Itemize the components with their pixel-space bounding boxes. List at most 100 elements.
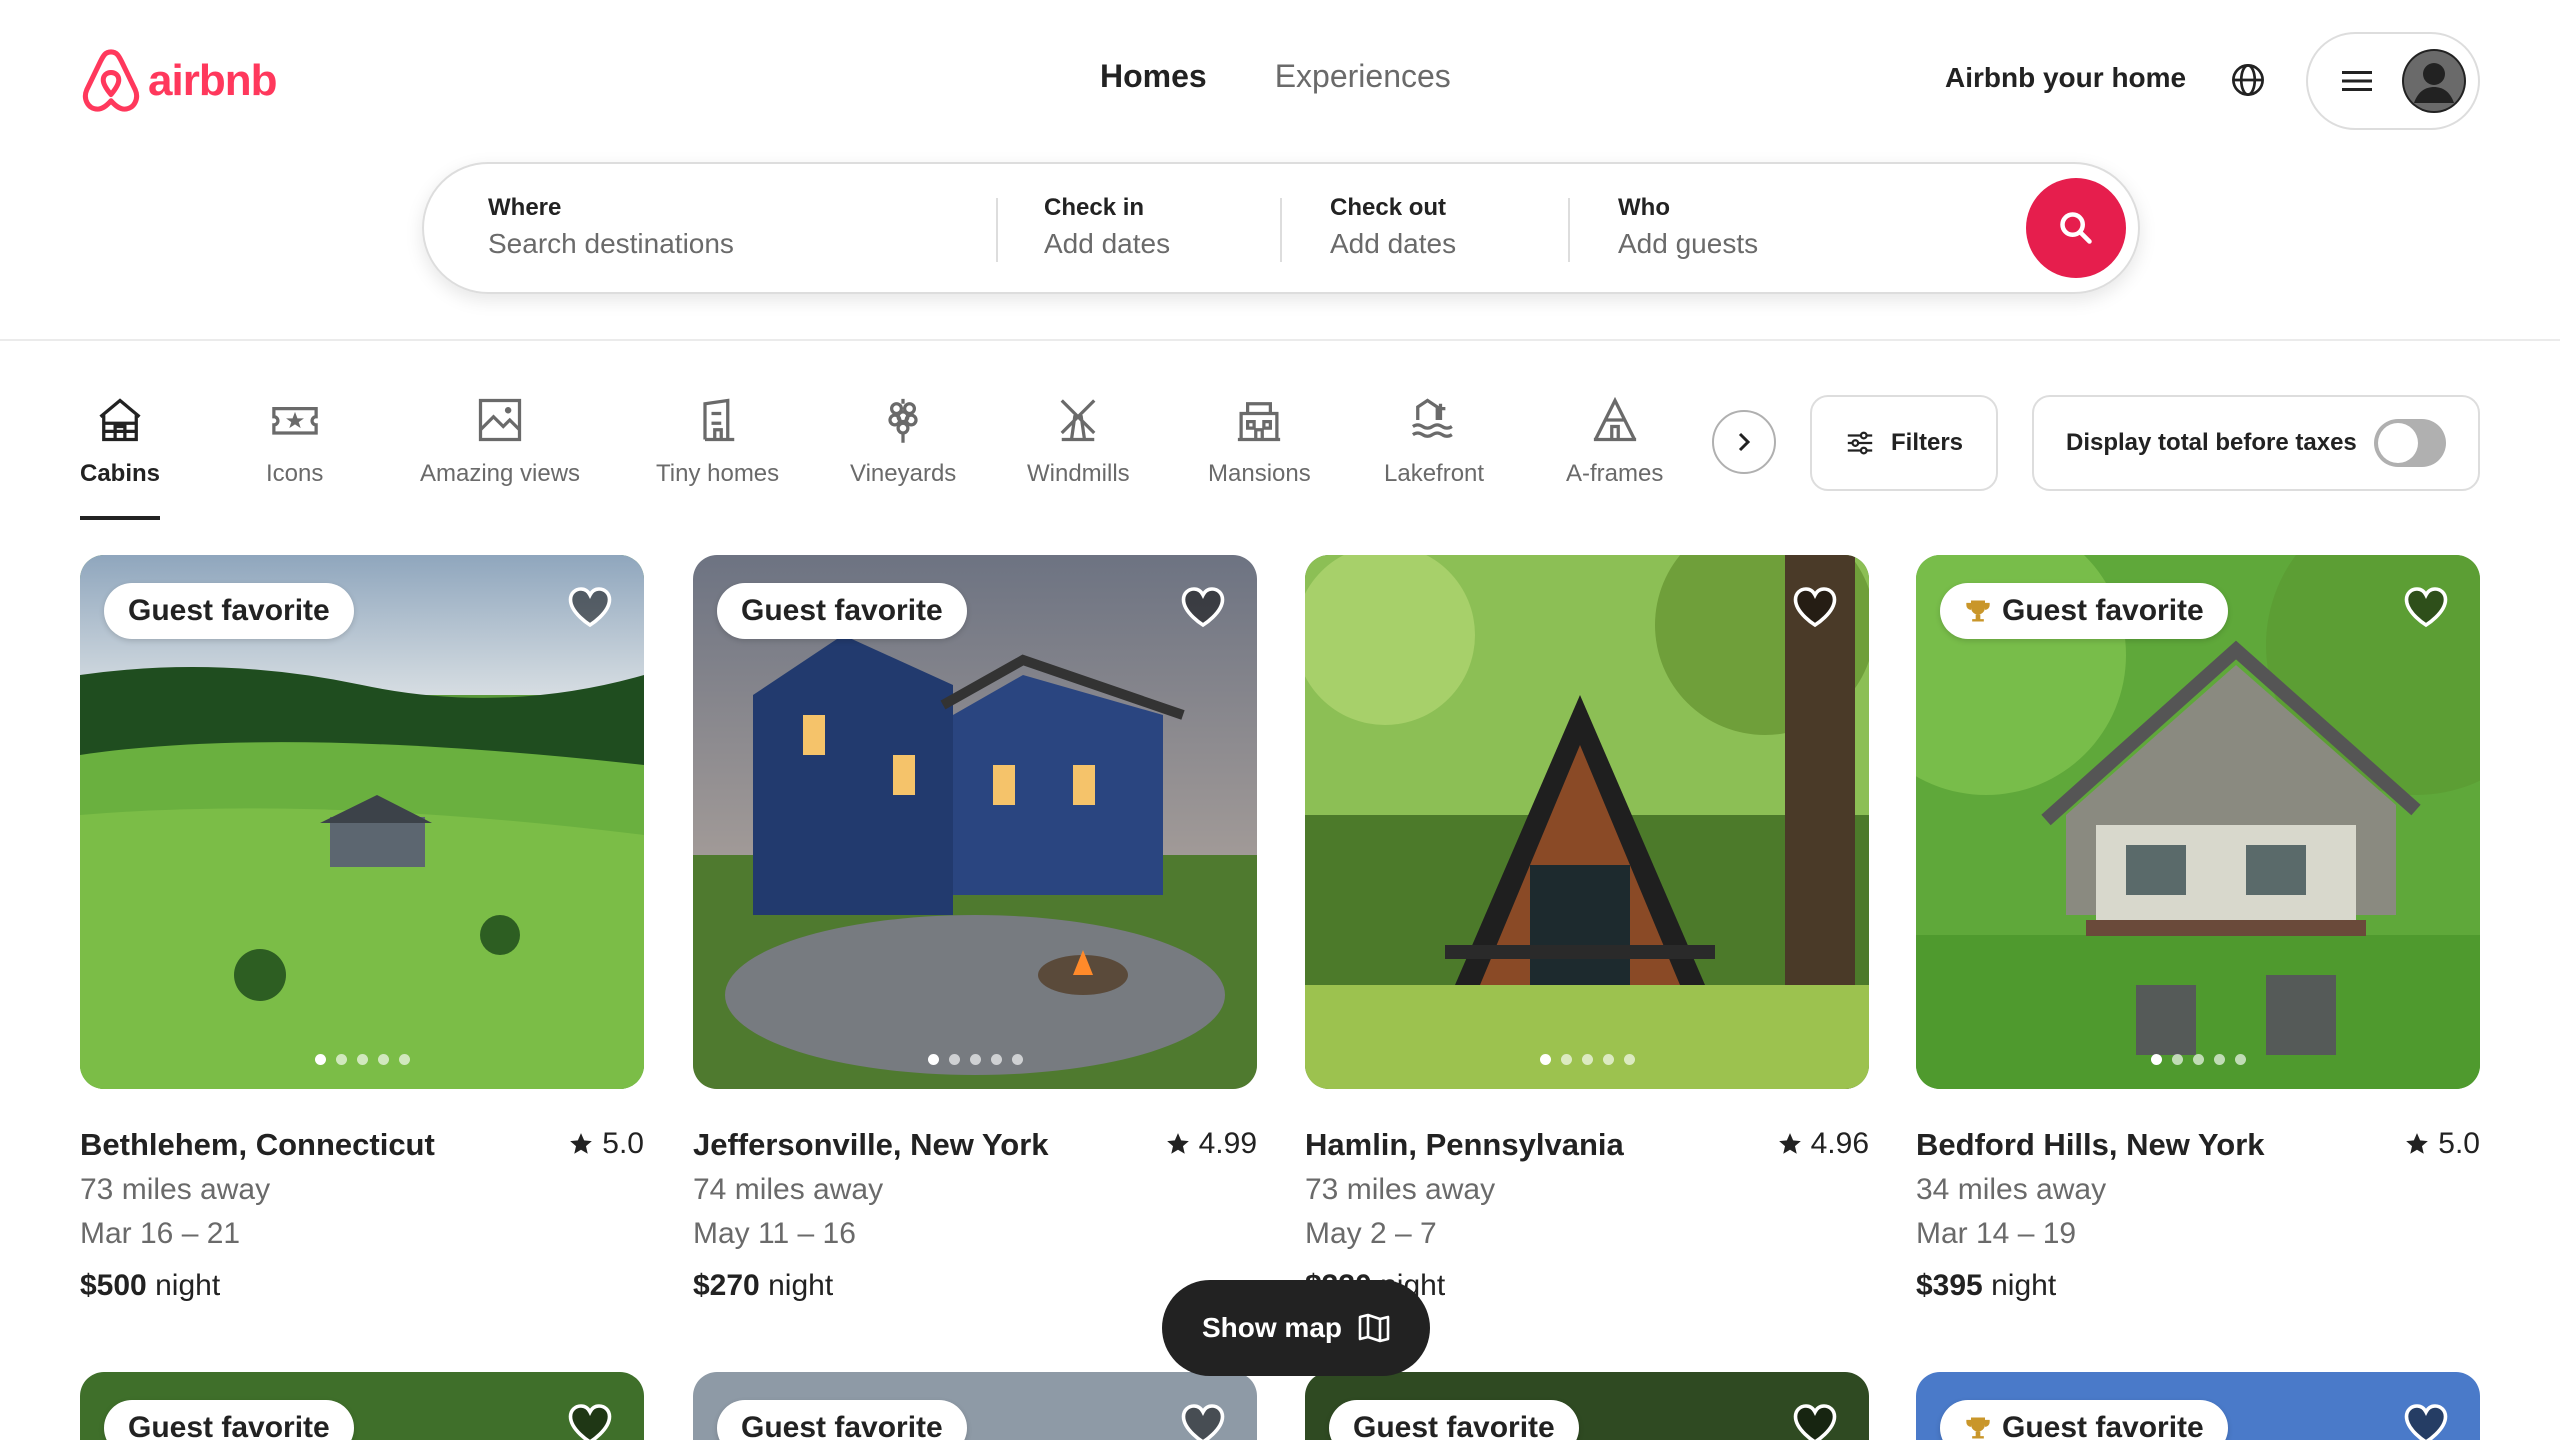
listing-photo[interactable]: Guest favorite	[1916, 555, 2480, 1089]
listing-photo[interactable]: Guest favorite	[693, 555, 1257, 1089]
heart-icon[interactable]	[1179, 1400, 1227, 1440]
display-total-toggle[interactable]	[2374, 419, 2446, 467]
heart-icon[interactable]	[566, 583, 614, 631]
airbnb-belo-icon	[82, 49, 140, 112]
who-field[interactable]: Who Add guests	[1618, 194, 1758, 260]
badge-label: Guest favorite	[128, 594, 330, 627]
checkout-field[interactable]: Check out Add dates	[1330, 194, 1456, 260]
user-menu-button[interactable]	[2306, 32, 2480, 130]
carousel-dot[interactable]	[314, 1054, 326, 1065]
cabin-icon	[99, 398, 141, 442]
listing-image	[1305, 555, 1869, 1089]
category-label: Icons	[266, 460, 324, 487]
category-a-frames[interactable]: A-frames	[1566, 394, 1663, 488]
airbnb-logo[interactable]: airbnb	[80, 48, 277, 114]
category-icons[interactable]: Icons	[266, 394, 323, 488]
heart-icon[interactable]	[1179, 583, 1227, 631]
header: airbnb Homes Experiences Airbnb your hom…	[0, 0, 2560, 341]
carousel-dot[interactable]	[356, 1054, 368, 1065]
tab-homes[interactable]: Homes	[1100, 58, 1207, 95]
carousel-dot[interactable]	[927, 1054, 939, 1065]
trophy-icon	[1966, 600, 1990, 622]
guest-favorite-badge: Guest favorite	[104, 1400, 354, 1440]
listing-dates: May 11 – 16	[693, 1217, 856, 1250]
category-label: Vineyards	[850, 460, 957, 487]
carousel-dot[interactable]	[969, 1054, 981, 1065]
heart-icon[interactable]	[566, 1400, 614, 1440]
top-tabs: Homes Experiences	[1100, 58, 1451, 95]
ticket-icon	[271, 407, 318, 435]
carousel-dot[interactable]	[377, 1054, 389, 1065]
where-field[interactable]: Where Search destinations	[488, 194, 734, 260]
carousel-dot[interactable]	[2150, 1054, 2162, 1065]
carousel-dot[interactable]	[335, 1054, 347, 1065]
grapes-icon	[888, 398, 918, 443]
carousel-dot[interactable]	[1581, 1054, 1593, 1065]
carousel-dot[interactable]	[1539, 1054, 1551, 1065]
guest-favorite-badge: Guest favorite	[104, 583, 354, 639]
category-vineyards[interactable]: Vineyards	[850, 394, 956, 488]
star-icon	[570, 1133, 593, 1154]
category-amazing-views[interactable]: Amazing views	[420, 394, 580, 488]
listing-dates: May 2 – 7	[1305, 1217, 1437, 1250]
who-placeholder: Add guests	[1618, 228, 1759, 259]
where-label: Where	[488, 194, 562, 221]
category-cabins[interactable]: Cabins	[80, 394, 161, 520]
listing-card[interactable]: Guest favorite	[693, 1372, 1257, 1440]
show-map-button[interactable]: Show map	[1162, 1280, 1430, 1376]
heart-icon[interactable]	[1791, 583, 1839, 631]
globe-icon[interactable]	[2230, 62, 2266, 98]
carousel-dot[interactable]	[2192, 1054, 2204, 1065]
airbnb-your-home-link[interactable]: Airbnb your home	[1945, 62, 2186, 94]
category-mansions[interactable]: Mansions	[1208, 394, 1311, 488]
listing-photo[interactable]	[1305, 555, 1869, 1089]
listing-card[interactable]: Guest favorite	[1916, 1372, 2480, 1440]
listing-distance: 73 miles away	[1305, 1173, 1496, 1206]
carousel-dot[interactable]	[2213, 1054, 2225, 1065]
carousel-dot[interactable]	[1011, 1054, 1023, 1065]
listing-card[interactable]: Guest favorite	[1305, 1372, 1869, 1440]
carousel-dot[interactable]	[1560, 1054, 1572, 1065]
user-silhouette-icon	[2404, 51, 2464, 111]
listing-photo[interactable]: Guest favorite	[80, 555, 644, 1089]
guest-favorite-badge: Guest favorite	[1329, 1400, 1579, 1440]
listing-distance: 73 miles away	[80, 1173, 271, 1206]
carousel-dot[interactable]	[1623, 1054, 1635, 1065]
category-lakefront[interactable]: Lakefront	[1384, 394, 1484, 488]
category-label: Windmills	[1027, 460, 1130, 487]
checkin-field[interactable]: Check in Add dates	[1044, 194, 1170, 260]
carousel-dots	[1305, 1054, 1869, 1065]
category-tiny-homes[interactable]: Tiny homes	[656, 394, 779, 488]
windmill-icon	[1060, 399, 1096, 442]
listing-distance: 34 miles away	[1916, 1173, 2107, 1206]
category-windmills[interactable]: Windmills	[1027, 394, 1130, 488]
listing-card[interactable]: Guest favorite	[80, 1372, 644, 1440]
logo-wordmark: airbnb	[148, 56, 277, 105]
carousel-dot[interactable]	[2234, 1054, 2246, 1065]
carousel-dot[interactable]	[1602, 1054, 1614, 1065]
search-button[interactable]	[2026, 178, 2126, 278]
guest-favorite-badge: Guest favorite	[717, 583, 967, 639]
filters-button[interactable]: Filters	[1810, 395, 1998, 491]
star-icon	[1166, 1133, 1189, 1154]
category-label: Amazing views	[420, 460, 581, 487]
star-icon	[1778, 1133, 1801, 1154]
heart-icon[interactable]	[2402, 583, 2450, 631]
heart-icon[interactable]	[1791, 1400, 1839, 1440]
carousel-dot[interactable]	[398, 1054, 410, 1065]
carousel-dot[interactable]	[2171, 1054, 2183, 1065]
price-amount: $270	[693, 1269, 760, 1302]
checkout-label: Check out	[1330, 194, 1447, 221]
tab-experiences[interactable]: Experiences	[1275, 58, 1451, 95]
guest-favorite-badge: Guest favorite	[1940, 583, 2228, 639]
lakefront-icon	[1412, 398, 1453, 438]
category-next-button[interactable]	[1712, 410, 1776, 474]
carousel-dot[interactable]	[990, 1054, 1002, 1065]
sliders-icon	[1847, 431, 1873, 455]
star-icon	[2406, 1133, 2429, 1154]
carousel-dot[interactable]	[948, 1054, 960, 1065]
display-total-toggle-button[interactable]: Display total before taxes	[2032, 395, 2480, 491]
show-map-label: Show map	[1201, 1312, 1342, 1343]
heart-icon[interactable]	[2402, 1400, 2450, 1440]
hamburger-icon	[2342, 71, 2372, 91]
